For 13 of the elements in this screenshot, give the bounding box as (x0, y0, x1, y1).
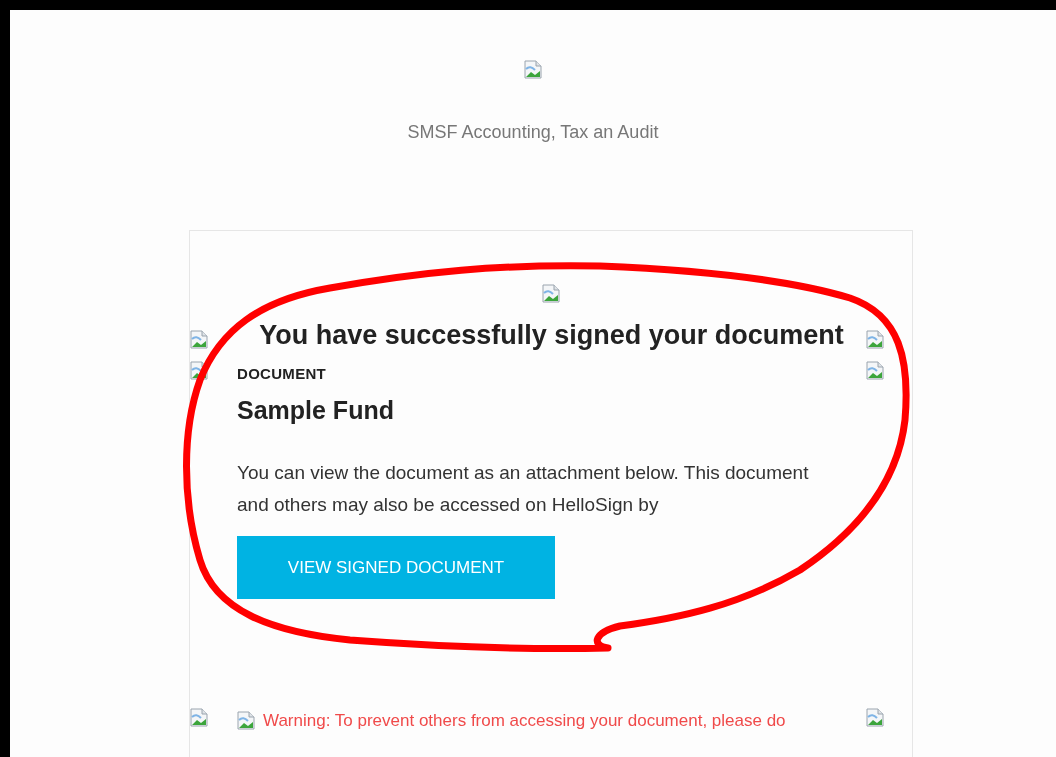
document-name: Sample Fund (237, 396, 394, 425)
brand-name: SMSF Accounting, Tax an Audit (407, 122, 659, 143)
body-text: You can view the document as an attachment below. This document and others may also be accessed on HelloSign by (237, 461, 810, 517)
section-label: DOCUMENT (237, 365, 327, 382)
broken-image-icon (524, 60, 542, 79)
broken-image-icon (866, 708, 884, 727)
view-document-button[interactable]: VIEW SIGNED DOCUMENT (237, 536, 555, 599)
broken-image-icon (542, 284, 560, 303)
warning-text: Warning: To prevent others from accessing your document, please do (263, 711, 786, 731)
broken-image-icon (866, 330, 884, 349)
broken-image-icon (237, 711, 255, 730)
broken-image-icon (866, 361, 884, 380)
success-heading: You have successfully signed your document (258, 320, 845, 351)
